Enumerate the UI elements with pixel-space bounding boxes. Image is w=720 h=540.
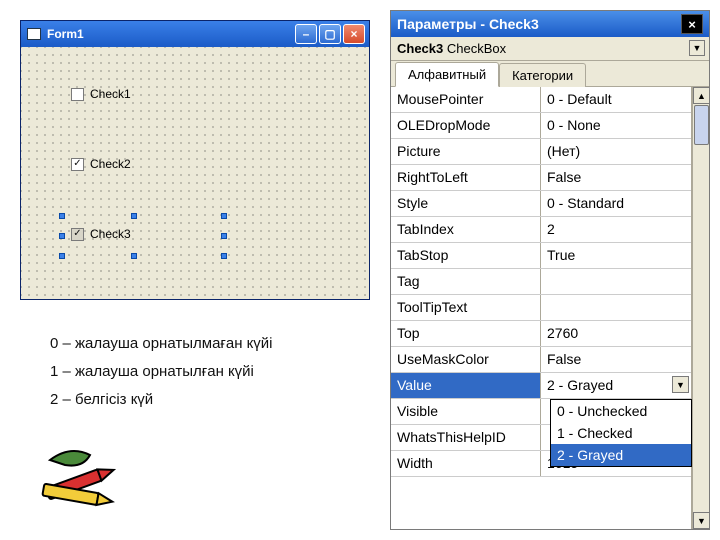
property-row[interactable]: Tag: [391, 269, 691, 295]
property-name: OLEDropMode: [391, 113, 541, 138]
checkbox-box-icon: [71, 88, 84, 101]
object-dropdown-icon[interactable]: ▼: [689, 40, 705, 56]
form-body[interactable]: Check1 ✓ Check2 ✓ Check3: [21, 47, 369, 299]
tab-categories[interactable]: Категории: [499, 63, 586, 87]
property-name: Width: [391, 451, 541, 476]
scroll-thumb[interactable]: [694, 105, 709, 145]
tab-alphabetic[interactable]: Алфавитный: [395, 62, 499, 87]
property-row[interactable]: Picture(Нет): [391, 139, 691, 165]
property-value[interactable]: True: [541, 243, 691, 268]
selection-handle[interactable]: [131, 253, 137, 259]
property-value[interactable]: 0 - Default: [541, 87, 691, 112]
value-dropdown[interactable]: 0 - Unchecked 1 - Checked 2 - Grayed: [550, 399, 692, 467]
property-name: RightToLeft: [391, 165, 541, 190]
checkbox-label: Check2: [90, 157, 131, 171]
object-type: CheckBox: [447, 41, 506, 56]
property-row[interactable]: Top2760: [391, 321, 691, 347]
property-row[interactable]: MousePointer0 - Default: [391, 87, 691, 113]
dropdown-opt-grayed[interactable]: 2 - Grayed: [551, 444, 691, 466]
legend-line-0: 0 – жалауша орнатылмаған күйі: [50, 330, 272, 358]
property-row[interactable]: Style0 - Standard: [391, 191, 691, 217]
property-value[interactable]: 2 - Grayed▼: [541, 373, 691, 398]
checkbox-check1[interactable]: Check1: [71, 87, 131, 101]
property-row[interactable]: TabIndex2: [391, 217, 691, 243]
property-value[interactable]: False: [541, 347, 691, 372]
selection-handle[interactable]: [59, 233, 65, 239]
selection-handle[interactable]: [131, 213, 137, 219]
chevron-down-icon[interactable]: ▼: [672, 376, 689, 393]
property-name: TabStop: [391, 243, 541, 268]
property-value[interactable]: 0 - Standard: [541, 191, 691, 216]
checkbox-check3[interactable]: ✓ Check3: [71, 227, 131, 241]
property-name: WhatsThisHelpID: [391, 425, 541, 450]
property-row[interactable]: RightToLeftFalse: [391, 165, 691, 191]
property-value[interactable]: 2760: [541, 321, 691, 346]
maximize-button[interactable]: ▢: [319, 24, 341, 44]
properties-panel: Параметры - Check3 × Check3 CheckBox ▼ А…: [390, 10, 710, 530]
property-row[interactable]: TabStopTrue: [391, 243, 691, 269]
property-value[interactable]: (Нет): [541, 139, 691, 164]
selection-handle[interactable]: [221, 213, 227, 219]
properties-titlebar[interactable]: Параметры - Check3 ×: [391, 11, 709, 37]
legend-text: 0 – жалауша орнатылмаған күйі 1 – жалауш…: [50, 330, 272, 414]
property-row[interactable]: ToolTipText: [391, 295, 691, 321]
property-name: Style: [391, 191, 541, 216]
property-name: Value: [391, 373, 541, 398]
property-name: Tag: [391, 269, 541, 294]
property-name: Visible: [391, 399, 541, 424]
scroll-up-icon[interactable]: ▲: [693, 87, 710, 104]
selection-handle[interactable]: [221, 233, 227, 239]
form-designer-window: Form1 – ▢ × Check1 ✓ Check2 ✓ Check3: [20, 20, 370, 300]
property-name: MousePointer: [391, 87, 541, 112]
selection-handle[interactable]: [221, 253, 227, 259]
property-value[interactable]: [541, 269, 691, 294]
legend-line-2: 2 – белгісіз күй: [50, 386, 272, 414]
property-row[interactable]: UseMaskColorFalse: [391, 347, 691, 373]
property-row[interactable]: Value2 - Grayed▼: [391, 373, 691, 399]
checkbox-label: Check3: [90, 227, 131, 241]
vertical-scrollbar[interactable]: ▲ ▼: [692, 87, 709, 529]
property-name: Picture: [391, 139, 541, 164]
property-name: ToolTipText: [391, 295, 541, 320]
property-value[interactable]: 0 - None: [541, 113, 691, 138]
property-row[interactable]: OLEDropMode0 - None: [391, 113, 691, 139]
checkbox-check2[interactable]: ✓ Check2: [71, 157, 131, 171]
selection-handle[interactable]: [59, 213, 65, 219]
properties-grid-wrap: MousePointer0 - DefaultOLEDropMode0 - No…: [391, 87, 709, 529]
close-button[interactable]: ×: [343, 24, 365, 44]
checkbox-label: Check1: [90, 87, 131, 101]
property-name: UseMaskColor: [391, 347, 541, 372]
crayons-illustration: [35, 440, 125, 520]
properties-title: Параметры - Check3: [397, 16, 539, 32]
object-name: Check3: [397, 41, 443, 56]
legend-line-1: 1 – жалауша орнатылған күйі: [50, 358, 272, 386]
minimize-button[interactable]: –: [295, 24, 317, 44]
properties-close-button[interactable]: ×: [681, 14, 703, 34]
property-value[interactable]: 2: [541, 217, 691, 242]
checkbox-box-checked-icon: ✓: [71, 158, 84, 171]
dropdown-opt-unchecked[interactable]: 0 - Unchecked: [551, 400, 691, 422]
property-name: TabIndex: [391, 217, 541, 242]
app-icon: [27, 28, 41, 40]
checkbox-box-grayed-icon: ✓: [71, 228, 84, 241]
form-titlebar[interactable]: Form1 – ▢ ×: [21, 21, 369, 47]
property-name: Top: [391, 321, 541, 346]
object-selector[interactable]: Check3 CheckBox ▼: [391, 37, 709, 61]
dropdown-opt-checked[interactable]: 1 - Checked: [551, 422, 691, 444]
scroll-down-icon[interactable]: ▼: [693, 512, 710, 529]
property-value[interactable]: [541, 295, 691, 320]
form-title: Form1: [47, 27, 295, 41]
properties-tabs: Алфавитный Категории: [391, 61, 709, 87]
property-value[interactable]: False: [541, 165, 691, 190]
selection-handle[interactable]: [59, 253, 65, 259]
